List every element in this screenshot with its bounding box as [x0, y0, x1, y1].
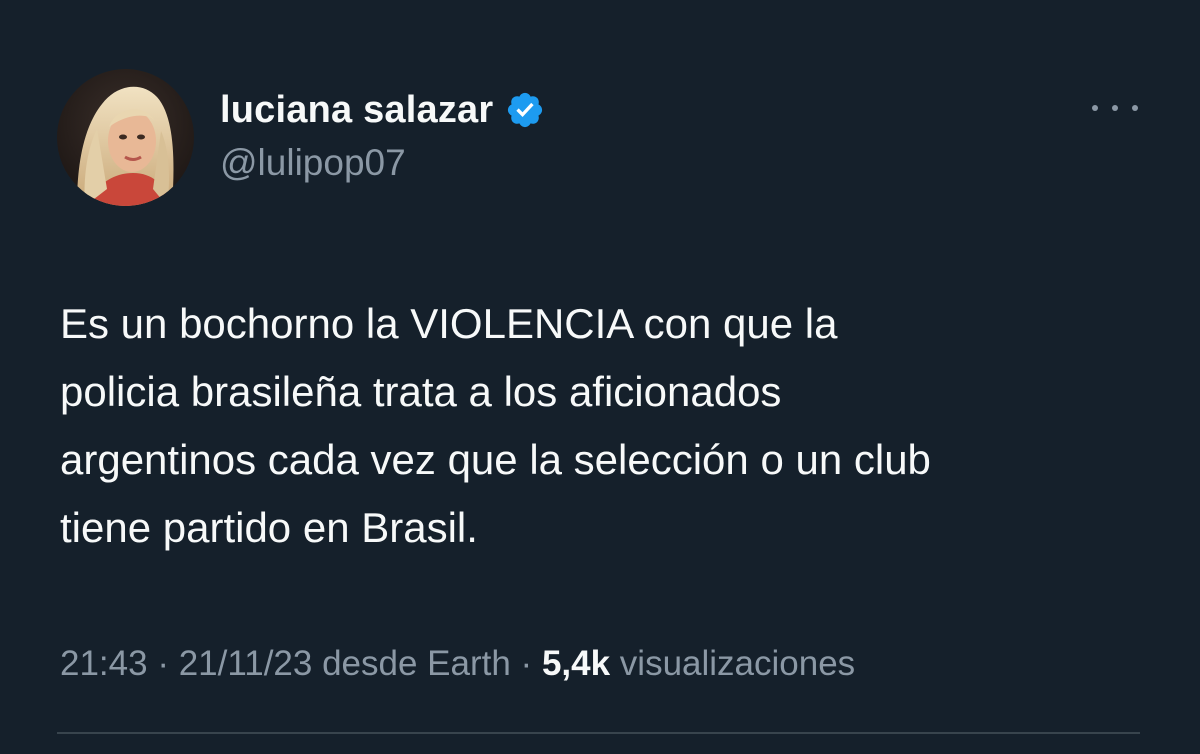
tweet-text-line: argentinos cada vez que la selección o u…: [60, 436, 931, 483]
avatar[interactable]: [57, 69, 194, 206]
tweet-text-line: tiene partido en Brasil.: [60, 504, 478, 551]
profile-photo: [57, 69, 194, 206]
tweet-source: desde Earth: [312, 644, 511, 683]
user-handle[interactable]: @lulipop07: [220, 142, 545, 184]
tweet-date[interactable]: 21/11/23: [179, 644, 313, 683]
display-name[interactable]: luciana salazar: [220, 89, 493, 132]
views-label: visualizaciones: [610, 644, 856, 683]
verified-badge-icon[interactable]: [505, 90, 545, 130]
name-row: luciana salazar: [220, 82, 545, 138]
meta-separator: ·: [147, 644, 179, 683]
tweet-meta: 21:43 · 21/11/23 desde Earth · 5,4k visu…: [60, 644, 855, 684]
tweet-text-line: policia brasileña trata a los aficionado…: [60, 368, 782, 415]
more-options-icon[interactable]: [1092, 98, 1138, 118]
tweet-text: Es un bochorno la VIOLENCIA con que la p…: [60, 290, 1160, 562]
views-count[interactable]: 5,4k: [542, 644, 610, 683]
more-dot: [1092, 105, 1098, 111]
divider: [57, 732, 1140, 734]
more-dot: [1132, 105, 1138, 111]
tweet-text-line: Es un bochorno la VIOLENCIA con que la: [60, 300, 838, 347]
tweet-time[interactable]: 21:43: [60, 644, 148, 683]
more-dot: [1112, 105, 1118, 111]
author-info: luciana salazar @lulipop07: [220, 82, 545, 184]
tweet-card: luciana salazar @lulipop07 Es un bochorn…: [0, 0, 1200, 754]
meta-separator: ·: [510, 644, 542, 683]
